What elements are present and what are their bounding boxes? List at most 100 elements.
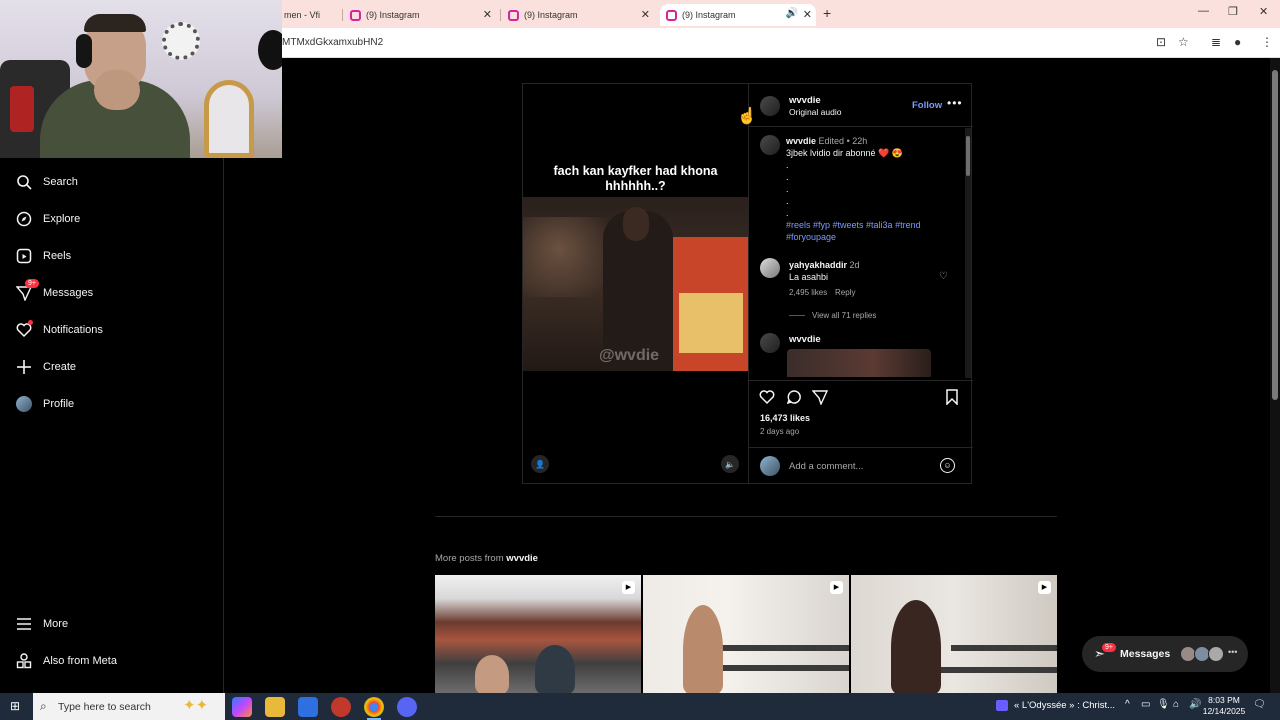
network-icon[interactable]: ⌂ <box>1173 699 1179 710</box>
caption-header: wvvdie Edited • 22h <box>786 136 868 146</box>
notification-dot <box>28 320 33 325</box>
share-icon[interactable] <box>811 389 829 408</box>
close-tab-icon[interactable]: ✕ <box>641 8 650 21</box>
likes-count[interactable]: 16,473 likes <box>760 413 810 423</box>
sidebar-item-more[interactable]: More <box>14 612 68 636</box>
media-now-playing[interactable]: « L'Odyssée » : Christ... <box>996 700 1115 711</box>
sidebar-item-reels[interactable]: Reels <box>14 244 71 268</box>
more-post-thumbnail[interactable]: ▶ <box>851 575 1057 693</box>
discord-app-icon[interactable] <box>397 697 417 717</box>
caption-hashtags[interactable]: #reels #fyp #tweets #tali3a #trend <box>786 219 921 231</box>
new-tab-button[interactable]: + <box>823 5 831 21</box>
page-scrollbar[interactable] <box>1270 58 1280 693</box>
volume-icon[interactable]: 🔊 <box>1189 699 1201 710</box>
sidebar-item-search[interactable]: Search <box>14 170 78 194</box>
original-audio-link[interactable]: Original audio <box>789 107 841 117</box>
taskbar-clock[interactable]: 8:03 PM 12/14/2025 <box>1202 695 1246 717</box>
bookmark-star-icon[interactable]: ☆ <box>1178 35 1189 49</box>
more-post-thumbnail[interactable]: ▶ <box>643 575 849 693</box>
address-bar[interactable]: MTMxdGkxamxubHN2 ⊡ ☆ ≣ ● ⋮ <box>282 28 1280 58</box>
microphone-icon[interactable]: 🎙 <box>1157 699 1170 710</box>
more-posts-username[interactable]: wvvdie <box>506 553 538 564</box>
reel-video[interactable]: fach kan kayfker had khona hhhhhh..? @wv… <box>523 84 748 483</box>
tagged-user-icon[interactable]: 👤 <box>531 455 549 473</box>
sidebar-item-messages[interactable]: 9+ Messages <box>14 279 93 305</box>
instagram-icon <box>508 9 519 21</box>
browser-tab-1[interactable]: men - Vfi <box>284 4 324 26</box>
copilot-app-icon[interactable] <box>232 697 252 717</box>
store-app-icon[interactable] <box>298 697 318 717</box>
add-comment-bar: ☺ <box>749 447 973 484</box>
comment-input[interactable] <box>789 458 929 474</box>
more-options-icon[interactable]: ••• <box>947 96 963 110</box>
sidebar-item-profile[interactable]: Profile <box>14 392 74 416</box>
caption-username[interactable]: wvvdie <box>786 136 816 146</box>
battery-icon[interactable]: ▭ <box>1141 699 1150 710</box>
file-explorer-icon[interactable] <box>265 697 285 717</box>
screen-recorder-icon[interactable] <box>331 697 351 717</box>
messages-floating-button[interactable]: ➣ 9+ Messages ••• <box>1082 636 1248 672</box>
post-header: wvvdie Original audio Follow ••• <box>749 84 973 127</box>
view-replies-link[interactable]: View all 71 replies <box>812 311 876 320</box>
notification-center-icon[interactable]: 🗨 <box>1253 699 1266 710</box>
messenger-icon: 9+ <box>14 279 39 303</box>
avatar <box>1208 646 1224 662</box>
minimize-icon[interactable]: — <box>1198 5 1209 17</box>
sidebar-item-notifications[interactable]: Notifications <box>14 318 103 342</box>
emoji-picker-icon[interactable]: ☺ <box>940 458 955 473</box>
avatar[interactable] <box>760 333 780 353</box>
like-comment-icon[interactable]: ♡ <box>939 271 948 282</box>
browser-tab-2[interactable]: (9) Instagram ✕ <box>350 4 496 26</box>
browser-tab-4-active[interactable]: (9) Instagram 🔊 ✕ <box>660 4 816 26</box>
like-heart-icon[interactable] <box>759 389 775 408</box>
avatar[interactable] <box>760 96 780 116</box>
sidebar-item-create[interactable]: Create <box>14 355 76 379</box>
volume-icon[interactable]: 🔈 <box>721 455 739 473</box>
comment-username[interactable]: yahyakhaddir <box>789 260 847 270</box>
sidebar-item-explore[interactable]: Explore <box>14 207 80 231</box>
sidebar-item-also-from-meta[interactable]: Also from Meta <box>14 649 117 673</box>
screen: men - Vfi (9) Instagram ✕ (9) Instagram … <box>0 0 1280 720</box>
reply-image-thumbnail[interactable] <box>787 349 931 377</box>
video-frame: @wvdie <box>523 197 748 371</box>
more-post-thumbnail[interactable]: ▶ <box>435 575 641 693</box>
reply-button[interactable]: Reply <box>835 288 855 297</box>
url-text[interactable]: MTMxdGkxamxubHN2 <box>282 37 383 48</box>
comment-icon[interactable] <box>786 389 802 408</box>
reply-username[interactable]: wvvdie <box>789 334 821 345</box>
close-window-icon[interactable]: ✕ <box>1259 5 1268 18</box>
taskbar-search-box[interactable]: ⌕ Type here to search ✦✦ <box>33 693 225 720</box>
install-app-icon[interactable]: ⊡ <box>1156 35 1166 49</box>
post-side-panel: wvvdie Original audio Follow ••• wvvdie … <box>748 84 973 484</box>
comment-likes[interactable]: 2,495 likes <box>789 288 827 297</box>
meta-apps-icon <box>14 651 34 671</box>
caption-time: 22h <box>852 136 868 146</box>
post-author-username[interactable]: wvvdie <box>789 95 821 106</box>
chrome-app-icon[interactable] <box>364 697 384 717</box>
comment-header: yahyakhaddir 2d <box>789 259 860 271</box>
follow-button[interactable]: Follow <box>912 100 942 111</box>
page-scrollbar-thumb[interactable] <box>1272 70 1278 400</box>
browser-tab-bar: men - Vfi (9) Instagram ✕ (9) Instagram … <box>282 0 1280 28</box>
close-tab-icon[interactable]: ✕ <box>803 8 812 21</box>
hand-cursor-icon: ☝ <box>737 108 757 125</box>
avatar[interactable] <box>760 258 780 278</box>
headphones <box>76 34 92 68</box>
caption-hashtags[interactable]: #foryoupage <box>786 231 836 243</box>
restore-icon[interactable]: ❐ <box>1228 5 1238 18</box>
close-tab-icon[interactable]: ✕ <box>483 8 492 21</box>
avatar[interactable] <box>760 135 780 155</box>
chevron-up-icon[interactable]: ^ <box>1125 699 1130 710</box>
profile-avatar-icon[interactable]: ● <box>1234 35 1241 49</box>
save-bookmark-icon[interactable] <box>945 389 959 408</box>
windows-start-icon[interactable]: ⊞ <box>10 699 20 713</box>
comments-scrollbar-thumb[interactable] <box>966 136 970 176</box>
tab-search-icon[interactable]: ≣ <box>1211 35 1221 49</box>
wall-clock-decor <box>162 22 200 60</box>
browser-menu-icon[interactable]: ⋮ <box>1261 35 1273 49</box>
browser-tab-3[interactable]: (9) Instagram ✕ <box>508 4 654 26</box>
comments-list: wvvdie Edited • 22h 3jbek lvidio dir abo… <box>749 127 973 377</box>
speaker-icon[interactable]: 🔊 <box>786 8 798 19</box>
more-posts-heading: More posts from wvvdie <box>435 553 538 564</box>
avatar <box>760 456 780 476</box>
